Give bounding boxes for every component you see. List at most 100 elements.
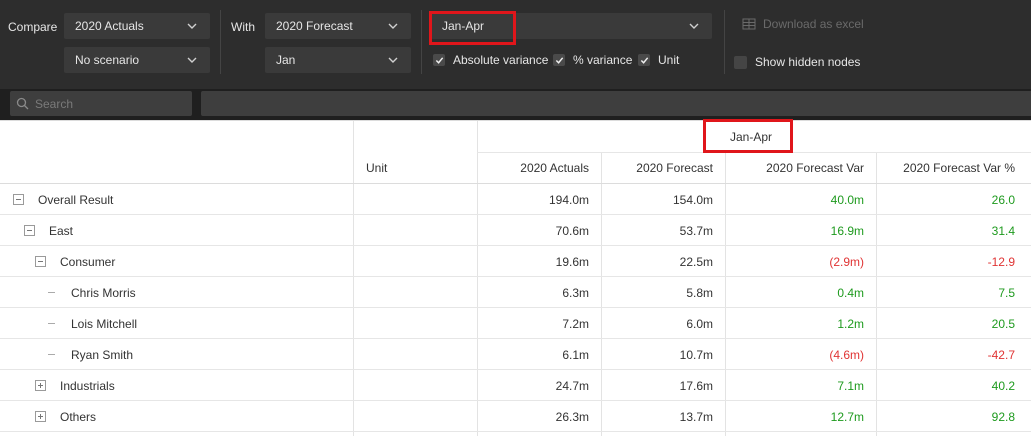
compare-version-value: 2020 Actuals	[75, 19, 144, 33]
cell-forecast-var-pct: -12.9	[987, 255, 1015, 269]
checkmark-icon	[555, 56, 563, 64]
column-header-forecast-var-pct[interactable]: 2020 Forecast Var %	[877, 161, 1015, 175]
unit-label: Unit	[658, 53, 680, 67]
chevron-down-icon	[187, 23, 197, 29]
column-header-unit[interactable]: Unit	[366, 161, 387, 175]
cell-forecast-var: (2.9m)	[829, 255, 864, 269]
cell-forecast: 53.7m	[679, 224, 713, 238]
collapse-icon[interactable]	[24, 225, 35, 236]
cell-forecast: 17.6m	[679, 379, 713, 393]
column-header-forecast[interactable]: 2020 Forecast	[602, 161, 713, 175]
column-header-actuals[interactable]: 2020 Actuals	[478, 161, 589, 175]
cell-actuals: 194.0m	[548, 193, 589, 207]
row-label: Ryan Smith	[71, 348, 134, 362]
expand-icon[interactable]	[35, 380, 46, 391]
collapse-icon[interactable]	[13, 194, 24, 205]
leaf-dash-icon	[48, 354, 55, 355]
table-row[interactable]: Overall Result 194.0m 154.0m 40.0m 26.0	[0, 184, 1031, 215]
unit-checkbox[interactable]: Unit	[638, 52, 679, 68]
chevron-down-icon	[388, 57, 398, 63]
row-label: Chris Morris	[71, 286, 136, 300]
show-hidden-nodes-checkbox[interactable]: Show hidden nodes	[734, 54, 860, 70]
cell-forecast-var: 40.0m	[830, 193, 864, 207]
toolbar-divider	[421, 10, 422, 74]
cell-actuals: 19.6m	[555, 255, 589, 269]
checkmark-icon	[640, 56, 648, 64]
search-box[interactable]	[10, 91, 192, 116]
cell-forecast: 22.5m	[679, 255, 713, 269]
cell-forecast-var-pct: 26.0	[991, 193, 1015, 207]
cell-forecast-var: 1.2m	[837, 317, 864, 331]
cell-forecast-var: (4.6m)	[829, 348, 864, 362]
cell-actuals: 26.3m	[555, 410, 589, 424]
row-label: Lois Mitchell	[71, 317, 138, 331]
column-header-forecast-var[interactable]: 2020 Forecast Var	[726, 161, 864, 175]
percent-variance-label: % variance	[573, 53, 633, 67]
checkbox-box	[553, 54, 565, 66]
cell-forecast-var: 0.4m	[837, 286, 864, 300]
cell-forecast-var-pct: 40.2	[991, 379, 1015, 393]
cell-forecast-var-pct: 20.5	[991, 317, 1015, 331]
table-row[interactable]: Lois Mitchell 7.2m 6.0m 1.2m 20.5	[0, 308, 1031, 339]
leaf-dash-icon	[48, 323, 55, 324]
compare-scenario-dropdown[interactable]: No scenario	[64, 47, 210, 73]
cell-forecast-var: 12.7m	[830, 410, 864, 424]
chevron-down-icon	[689, 23, 699, 29]
download-excel-label: Download as excel	[763, 17, 864, 31]
cell-actuals: 6.3m	[562, 286, 589, 300]
toolbar-divider	[724, 10, 725, 74]
compare-scenario-value: No scenario	[75, 53, 140, 67]
checkbox-box	[433, 54, 445, 66]
cell-forecast-var-pct: -42.7	[987, 348, 1015, 362]
search-icon	[16, 97, 29, 110]
compare-label: Compare	[8, 20, 58, 34]
table-row[interactable]: Ryan Smith 6.1m 10.7m (4.6m) -42.7	[0, 339, 1031, 370]
search-input[interactable]	[35, 96, 185, 111]
with-version-value: 2020 Forecast	[276, 19, 353, 33]
leaf-dash-icon	[48, 292, 55, 293]
cell-forecast-var-pct: 31.4	[991, 224, 1015, 238]
show-hidden-nodes-label: Show hidden nodes	[755, 55, 861, 69]
collapse-icon[interactable]	[35, 256, 46, 267]
cell-actuals: 7.2m	[562, 317, 589, 331]
cell-actuals: 6.1m	[562, 348, 589, 362]
row-label: Overall Result	[38, 193, 114, 207]
chevron-down-icon	[187, 57, 197, 63]
absolute-variance-checkbox[interactable]: Absolute variance	[433, 52, 548, 68]
with-label: With	[231, 20, 255, 34]
checkbox-box	[734, 55, 747, 69]
with-period-dropdown[interactable]: Jan	[265, 47, 411, 73]
checkmark-icon	[435, 56, 443, 64]
range-highlight-annotation	[429, 11, 516, 45]
filter-bar[interactable]	[201, 91, 1031, 116]
percent-variance-checkbox[interactable]: % variance	[553, 52, 632, 68]
table-row[interactable]: Consumer 19.6m 22.5m (2.9m) -12.9	[0, 246, 1031, 277]
excel-icon	[742, 18, 756, 30]
compare-version-dropdown[interactable]: 2020 Actuals	[64, 13, 210, 39]
toolbar-divider	[220, 10, 221, 74]
group-header-highlight-annotation	[703, 119, 793, 153]
checkbox-box	[638, 54, 650, 66]
expand-icon[interactable]	[35, 411, 46, 422]
data-grid: Jan-Apr Unit 2020 Actuals 2020 Forecast …	[0, 119, 1031, 436]
cell-forecast-var: 16.9m	[830, 224, 864, 238]
cell-actuals: 24.7m	[555, 379, 589, 393]
download-excel-button[interactable]: Download as excel	[742, 17, 864, 31]
with-period-value: Jan	[276, 53, 296, 67]
row-label: Industrials	[60, 379, 115, 393]
cell-forecast: 6.0m	[686, 317, 713, 331]
cell-forecast: 154.0m	[672, 193, 713, 207]
with-version-dropdown[interactable]: 2020 Forecast	[265, 13, 411, 39]
cell-forecast: 13.7m	[679, 410, 713, 424]
cell-forecast-var: 7.1m	[837, 379, 864, 393]
table-row[interactable]: East 70.6m 53.7m 16.9m 31.4	[0, 215, 1031, 246]
cell-forecast: 5.8m	[686, 286, 713, 300]
table-row[interactable]: Others 26.3m 13.7m 12.7m 92.8	[0, 401, 1031, 432]
toolbar: Compare 2020 Actuals No scenario With 20…	[0, 0, 1031, 89]
chevron-down-icon	[388, 23, 398, 29]
search-bar	[0, 89, 1031, 120]
table-row[interactable]: Chris Morris 6.3m 5.8m 0.4m 7.5	[0, 277, 1031, 308]
table-row[interactable]: Industrials 24.7m 17.6m 7.1m 40.2	[0, 370, 1031, 401]
row-label: East	[49, 224, 74, 238]
row-label: Consumer	[60, 255, 116, 269]
